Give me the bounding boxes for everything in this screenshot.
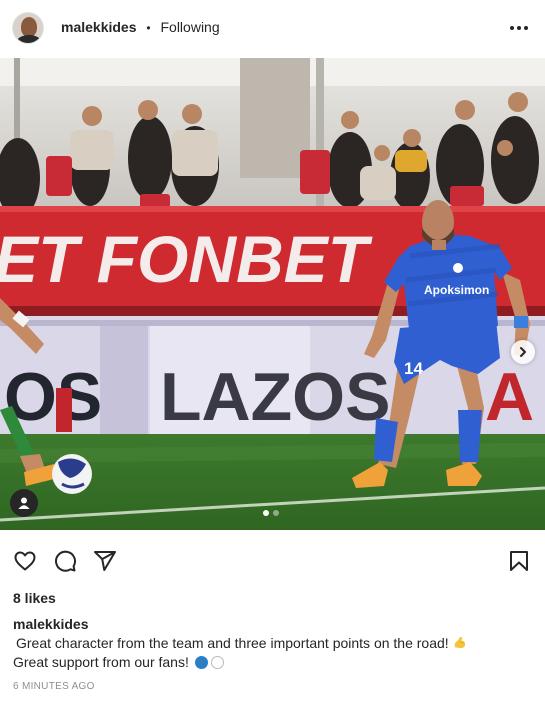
white-circle-icon bbox=[210, 656, 224, 669]
caption-line-2: Great support from our fans! bbox=[13, 653, 533, 672]
carousel-dot-active bbox=[263, 510, 269, 516]
jersey-number: 14 bbox=[404, 359, 423, 378]
blue-circle-icon bbox=[194, 656, 208, 669]
comment-button[interactable] bbox=[51, 547, 79, 575]
heart-icon bbox=[14, 551, 36, 571]
separator-dot: • bbox=[146, 21, 151, 35]
caption-line-1: Great character from the team and three … bbox=[13, 634, 533, 653]
post-actions bbox=[0, 545, 545, 577]
board-text-right: LAZOS bbox=[160, 359, 390, 435]
share-icon bbox=[94, 551, 116, 571]
user-tag-icon bbox=[18, 497, 30, 509]
tagged-users-button[interactable] bbox=[10, 489, 38, 517]
chevron-right-icon bbox=[520, 347, 526, 357]
caption-line-2-text: Great support from our fans! bbox=[13, 654, 189, 670]
carousel-indicator bbox=[263, 510, 279, 516]
post-header: malekkides • Following bbox=[0, 0, 545, 56]
caption-line-1-text: Great character from the team and three … bbox=[16, 635, 449, 651]
comment-icon bbox=[55, 550, 77, 572]
jersey-sponsor: Apoksimon bbox=[424, 283, 489, 297]
post-user-line: malekkides • Following bbox=[61, 19, 220, 37]
caption-username[interactable]: malekkides bbox=[13, 616, 89, 633]
post-timestamp[interactable]: 6 minutes ago bbox=[13, 681, 95, 693]
board-text-far: A bbox=[485, 359, 534, 435]
like-button[interactable] bbox=[11, 547, 39, 575]
caption-text: Great character from the team and three … bbox=[13, 634, 533, 672]
post-photo[interactable]: ET FONBET OS LAZOS A 14 Apoksimon bbox=[0, 58, 545, 530]
more-options-icon[interactable] bbox=[507, 18, 531, 38]
likes-count[interactable]: 8 likes bbox=[13, 590, 56, 607]
username-link[interactable]: malekkides bbox=[61, 19, 137, 35]
carousel-dot bbox=[273, 510, 279, 516]
bookmark-icon bbox=[510, 551, 528, 571]
banner-text: ET FONBET bbox=[0, 222, 373, 296]
follow-status-button[interactable]: Following bbox=[160, 19, 219, 35]
save-button[interactable] bbox=[505, 547, 533, 575]
share-button[interactable] bbox=[91, 547, 119, 575]
avatar[interactable] bbox=[12, 12, 44, 44]
flexed-biceps-icon bbox=[454, 636, 465, 649]
carousel-next-button[interactable] bbox=[511, 340, 535, 364]
